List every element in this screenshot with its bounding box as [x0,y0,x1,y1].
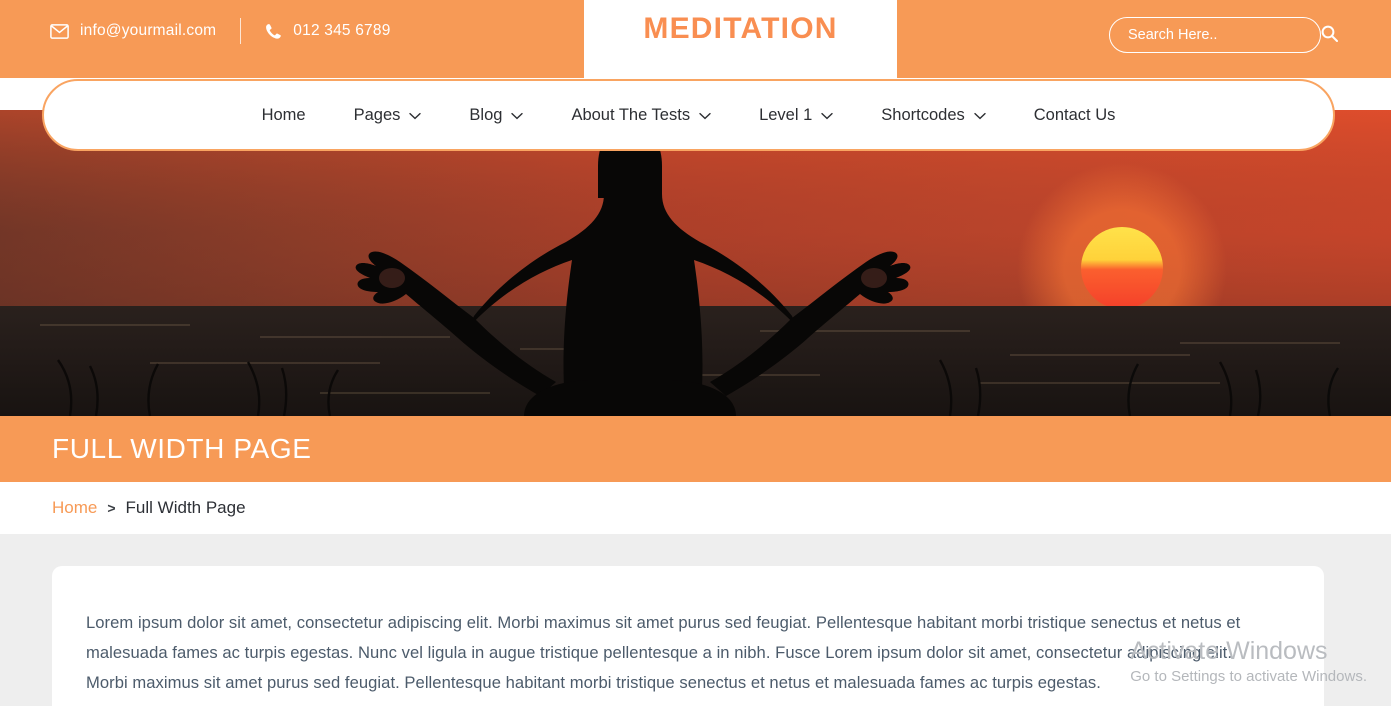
phone-link[interactable]: 012 345 6789 [265,22,390,40]
chevron-down-icon [511,112,524,120]
breadcrumb-separator: > [107,500,116,516]
nav-label-blog: Blog [469,105,503,124]
page-title: FULL WIDTH PAGE [52,433,312,464]
breadcrumb-bar: Home > Full Width Page [0,482,1391,534]
body-paragraph: Lorem ipsum dolor sit amet, consectetur … [86,613,1241,692]
logo-text: MEDITATION [643,12,838,45]
nav-item-about-the-tests[interactable]: About The Tests [547,106,735,125]
chevron-down-icon [699,112,711,120]
chevron-down-icon [409,112,422,120]
email-link[interactable]: info@yourmail.com [50,22,216,40]
envelope-icon [50,23,69,39]
breadcrumb-home-link[interactable]: Home [52,498,97,518]
nav-item-level-1[interactable]: Level 1 [735,106,857,125]
phone-text: 012 345 6789 [293,22,391,39]
nav-label-contact-us: Contact Us [1033,105,1116,124]
page-title-banner: FULL WIDTH PAGE [0,416,1391,482]
page-root: info@yourmail.com 012 345 6789 Search He… [0,0,1391,706]
content-area: Lorem ipsum dolor sit amet, consectetur … [0,534,1391,706]
search-button[interactable] [1315,25,1354,45]
search-box[interactable] [1109,17,1338,53]
breadcrumb-current: Full Width Page [125,498,246,517]
email-text: info@yourmail.com [80,22,217,39]
topbar-contact-group: info@yourmail.com 012 345 6789 [50,0,391,62]
search-input[interactable] [1110,27,1315,43]
nav-label-home: Home [261,105,306,124]
phone-icon [265,23,282,40]
nav-item-contact-us[interactable]: Contact Us [1010,106,1140,125]
chevron-down-icon [974,112,986,120]
hero-illustration [0,110,1391,416]
nav-label-about-the-tests: About The Tests [571,105,691,124]
nav-item-shortcodes[interactable]: Shortcodes [857,106,1009,125]
nav-list: Home Pages Blog About The Tests Level 1 … [238,106,1140,125]
main-navigation: Home Pages Blog About The Tests Level 1 … [42,79,1335,151]
nav-label-level-1: Level 1 [759,105,813,124]
search-icon [1321,25,1338,45]
contact-divider [240,18,242,44]
breadcrumb: Home > Full Width Page [0,498,246,518]
nav-label-pages: Pages [353,105,401,124]
nav-item-home[interactable]: Home [238,106,330,125]
chevron-down-icon [821,112,833,120]
nav-label-shortcodes: Shortcodes [881,105,965,124]
nav-item-pages[interactable]: Pages [330,106,446,125]
content-card: Lorem ipsum dolor sit amet, consectetur … [52,566,1324,706]
site-logo[interactable]: MEDITATION [584,0,897,78]
nav-item-blog[interactable]: Blog [445,106,547,125]
hero-banner-image [0,110,1391,416]
